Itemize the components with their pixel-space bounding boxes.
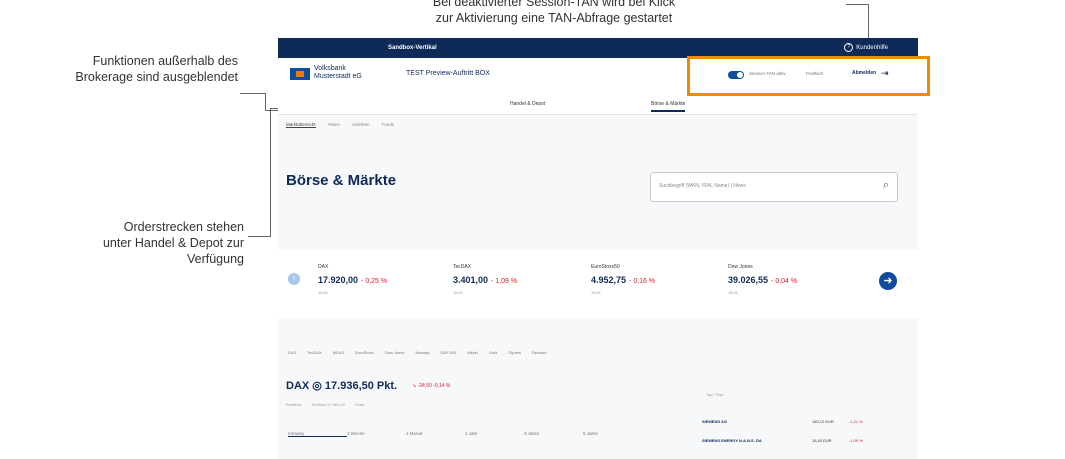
bank-logo — [290, 68, 310, 80]
chart-tab[interactable]: 1 Woche — [347, 431, 406, 436]
tab-sandbox[interactable]: Sandbox-Vertikal — [378, 38, 447, 60]
highlight-box — [687, 56, 930, 96]
subnav-item[interactable]: Anleihen — [352, 122, 370, 127]
annotation-hidden-functions: Funktionen außerhalb des Brokerage sind … — [75, 54, 238, 84]
chart-range-tabs: Intraday 1 Woche 1 Monat 1 Jahr 3 Jahre 5 Jah… — [288, 431, 642, 437]
brokerage-app: Sandbox-Vertikal ? Kundenhilfe Volksbank … — [278, 38, 918, 459]
index-tabs: DAX TecDAX MDAX EuroStoxx Dow Jones Nasdaq S&P… — [288, 350, 557, 355]
index-tab[interactable]: TecDAX — [307, 350, 321, 355]
main-nav: Handel & Depot Börse & Märkte — [278, 96, 918, 115]
annotation-order-routes: Orderstrecken stehen unter Handel & Depo… — [102, 220, 244, 266]
connector-line — [265, 93, 266, 110]
next-arrow-icon[interactable]: ➜ — [879, 272, 897, 290]
subnav-item[interactable]: Aktien — [328, 122, 341, 127]
index-ticker: i DAX 17.920,00- 0,25 % 18:01 TecDAX 3.4… — [278, 250, 918, 318]
index-tab[interactable]: MDAX — [333, 350, 345, 355]
chart-tab[interactable]: 1 Jahr — [465, 431, 524, 436]
index-tab[interactable]: Gold — [489, 350, 497, 355]
connector-line — [846, 4, 869, 5]
annotation-session-tan: Bei deaktivierter Session-TAN wird bei K… — [432, 0, 676, 25]
index-tab[interactable]: Ölpreis — [508, 350, 521, 355]
quote-tecdax[interactable]: TecDAX 3.401,00- 1,09 % 18:01 — [453, 264, 517, 295]
list-item[interactable]: SIEMENS AG 160,12 EUR -1,21 % — [702, 419, 872, 424]
index-tab[interactable]: DAX — [288, 350, 296, 355]
info-icon[interactable]: i — [288, 273, 300, 285]
search-icon[interactable]: ⌕ — [883, 179, 889, 192]
quote-eurostoxx[interactable]: EuroStoxx50 4.952,75- 0,16 % 18:01 — [591, 264, 655, 295]
page-title: Börse & Märkte — [286, 172, 397, 189]
index-tab[interactable]: S&P 500 — [440, 350, 456, 355]
nav-item-handel-depot[interactable]: Handel & Depot — [510, 101, 545, 107]
help-link[interactable]: ? Kundenhilfe — [844, 38, 888, 58]
index-tab[interactable]: Dow Jones — [385, 350, 405, 355]
dax-title: DAX ◎ 17.936,50 Pkt. — [286, 380, 398, 392]
chart-tab[interactable]: 5 Jahre — [583, 431, 642, 436]
top-flop-heading: Top / Flop — [706, 392, 724, 397]
app-title: TEST Preview-Auftritt BOX — [406, 70, 490, 77]
connector-line — [248, 236, 270, 237]
sub-nav: Marktübersicht Aktien Anleihen Fonds — [286, 122, 406, 128]
connector-line — [240, 93, 265, 94]
connector-line — [270, 108, 271, 237]
nav-item-boerse-maerkte[interactable]: Börse & Märkte — [651, 101, 686, 112]
search-placeholder: Suchbegriff (WKN, ISIN, Name) | News — [659, 183, 746, 189]
search-input[interactable]: Suchbegriff (WKN, ISIN, Name) | News ⌕ — [650, 172, 898, 202]
dax-subinfo: Realtime Schluss 17.961,00 Chart — [286, 402, 365, 407]
chart-tab[interactable]: 1 Monat — [406, 431, 465, 436]
quote-dax[interactable]: DAX 17.920,00- 0,25 % 18:01 — [318, 264, 387, 295]
chart-tab[interactable]: Intraday — [288, 431, 347, 437]
list-item[interactable]: SIEMENS ENERGY N.A.N.S. DA 18,40 EUR -1,… — [702, 438, 872, 443]
dax-change: ↘ -24,50 -0,14 % — [412, 383, 451, 389]
subnav-item[interactable]: Fonds — [382, 122, 395, 127]
index-tab[interactable]: Nasdaq — [416, 350, 430, 355]
help-icon: ? — [844, 42, 854, 52]
bank-name: Volksbank Musterstadt eG — [314, 65, 362, 80]
subnav-item[interactable]: Marktübersicht — [286, 122, 316, 128]
index-tab[interactable]: Nikkei — [467, 350, 478, 355]
quote-dowjones[interactable]: Dow Jones 39.026,55- 0,04 % 18:01 — [728, 264, 797, 295]
top-bar: Sandbox-Vertikal ? Kundenhilfe — [278, 38, 918, 60]
index-tab[interactable]: EuroStoxx — [355, 350, 373, 355]
index-tab[interactable]: Devisen — [532, 350, 546, 355]
chart-tab[interactable]: 3 Jahre — [524, 431, 583, 436]
